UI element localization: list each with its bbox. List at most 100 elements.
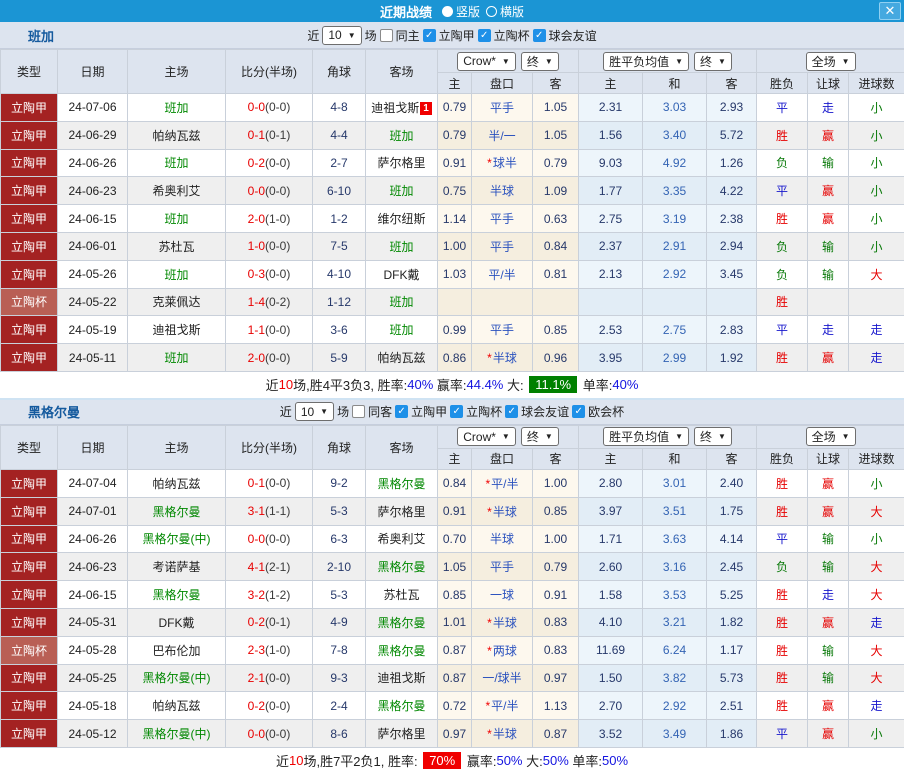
halftime-score: (0-0) <box>265 727 290 741</box>
scope-select[interactable]: 全场▼ <box>806 427 856 446</box>
league-checkbox[interactable] <box>533 29 546 42</box>
date-cell: 24-07-01 <box>58 497 128 525</box>
home-odds-cell: 0.99 <box>438 316 472 344</box>
league-checkbox[interactable] <box>450 405 463 418</box>
fulltime-score: 0-0 <box>248 100 265 114</box>
summary-segment: 赢率: <box>463 751 496 770</box>
match-row: 立陶杯24-05-28巴布伦加2-3(1-0)7-8黑格尔曼0.87*两球0.8… <box>1 636 904 664</box>
avg-home-cell: 1.71 <box>579 525 643 553</box>
match-row: 立陶甲24-05-18帕纳瓦兹0-2(0-0)2-4黑格尔曼0.72*平/半1.… <box>1 692 904 720</box>
home-team-cell: 考诺萨基 <box>128 553 226 581</box>
corners-cell: 4-9 <box>313 608 366 636</box>
match-type-cell: 立陶甲 <box>1 316 58 344</box>
final-select-2[interactable]: 终▼ <box>694 52 732 71</box>
sub-column-header: 客 <box>707 448 757 469</box>
away-odds-cell: 0.83 <box>533 636 579 664</box>
match-type-cell: 立陶甲 <box>1 525 58 553</box>
same-venue-checkbox[interactable] <box>380 29 393 42</box>
handicap-cell: 平/半 <box>472 260 533 288</box>
avg-home-cell: 2.53 <box>579 316 643 344</box>
avg-away-cell: 1.82 <box>707 608 757 636</box>
goals-cell: 大 <box>849 581 904 609</box>
fulltime-score: 1-1 <box>248 323 265 337</box>
avg-draw-cell: 3.35 <box>643 177 707 205</box>
chevron-down-icon: ▼ <box>545 432 553 441</box>
avg-home-cell: 2.75 <box>579 205 643 233</box>
sub-column-header: 胜负 <box>757 73 808 94</box>
handicap-result-cell: 赢 <box>808 469 849 497</box>
league-label: 球会友谊 <box>549 27 597 44</box>
halftime-score: (0-0) <box>265 476 290 490</box>
score-cell: 0-0(0-0) <box>226 177 313 205</box>
final-select[interactable]: 终▼ <box>521 52 559 71</box>
handicap-result-cell: 赢 <box>808 720 849 748</box>
team-sections: 班加近10▼场同主立陶甲立陶杯球会友谊类型日期主场比分(半场)角球客场Crow*… <box>0 22 904 774</box>
away-odds-cell: 0.85 <box>533 316 579 344</box>
avg-home-cell: 2.31 <box>579 94 643 122</box>
chevron-down-icon: ▼ <box>348 31 356 40</box>
away-team-name: 萨尔格里 <box>377 156 425 170</box>
avg-home-cell: 1.58 <box>579 581 643 609</box>
away-team-name: 维尔纽斯 <box>377 212 425 226</box>
league-checkbox[interactable] <box>423 29 436 42</box>
summary-line: 近10场,胜4平3负3, 胜率:40% 赢率:44.4% 大: 11.1% 单率… <box>0 372 904 398</box>
fulltime-score: 2-0 <box>248 351 265 365</box>
final-select-2[interactable]: 终▼ <box>694 427 732 446</box>
goals-cell: 小 <box>849 232 904 260</box>
league-checkbox[interactable] <box>572 405 585 418</box>
date-cell: 24-06-26 <box>58 525 128 553</box>
select-value: 全场 <box>812 53 836 70</box>
layout-radio-vertical[interactable] <box>442 6 453 17</box>
final-select[interactable]: 终▼ <box>521 427 559 446</box>
halftime-score: (1-0) <box>265 643 290 657</box>
result-cell: 负 <box>757 553 808 581</box>
avg-select[interactable]: 胜平负均值▼ <box>603 52 689 71</box>
away-team-name: 萨尔格里 <box>377 727 425 741</box>
company-select[interactable]: Crow*▼ <box>457 52 516 71</box>
home-team-cell: 巴布伦加 <box>128 636 226 664</box>
home-odds-cell: 0.97 <box>438 720 472 748</box>
away-odds-cell: 0.87 <box>533 720 579 748</box>
league-checkbox[interactable] <box>395 405 408 418</box>
match-count-select[interactable]: 10▼ <box>322 26 361 45</box>
handicap-result-cell: 走 <box>808 581 849 609</box>
summary-segment: 50% <box>543 753 569 768</box>
away-team-cell: 班加 <box>366 288 438 316</box>
league-checkbox[interactable] <box>505 405 518 418</box>
summary-segment: 大: <box>503 375 527 394</box>
away-team-cell: 班加 <box>366 121 438 149</box>
corners-cell: 7-8 <box>313 636 366 664</box>
match-row: 立陶甲24-06-26班加0-2(0-0)2-7萨尔格里0.91*球半0.799… <box>1 149 904 177</box>
away-team-cell: 苏杜瓦 <box>366 581 438 609</box>
avg-home-cell: 3.52 <box>579 720 643 748</box>
league-checkbox[interactable] <box>478 29 491 42</box>
home-odds-cell: 0.79 <box>438 121 472 149</box>
goals-cell: 小 <box>849 720 904 748</box>
avg-away-cell: 1.17 <box>707 636 757 664</box>
avg-select[interactable]: 胜平负均值▼ <box>603 427 689 446</box>
home-odds-cell: 0.75 <box>438 177 472 205</box>
away-odds-cell: 1.05 <box>533 121 579 149</box>
halftime-score: (0-0) <box>265 532 290 546</box>
goals-cell: 走 <box>849 608 904 636</box>
layout-radio-horizontal[interactable] <box>486 6 497 17</box>
scope-select[interactable]: 全场 ▼ <box>806 52 856 71</box>
titlebar: 近期战绩 竖版横版 ✕ <box>0 0 904 22</box>
fulltime-score: 0-0 <box>248 727 265 741</box>
close-button[interactable]: ✕ <box>879 2 901 20</box>
away-odds-cell: 1.00 <box>533 469 579 497</box>
summary-segment: 赢率: <box>433 375 466 394</box>
same-venue-checkbox[interactable] <box>352 405 365 418</box>
goals-cell: 小 <box>849 525 904 553</box>
results-table: 类型日期主场比分(半场)角球客场Crow*▼终▼胜平负均值▼终▼全场▼主盘口客主… <box>0 49 904 372</box>
match-row: 立陶甲24-07-06班加0-0(0-0)4-8迪祖戈斯10.79平手1.052… <box>1 94 904 122</box>
avg-draw-cell: 2.91 <box>643 232 707 260</box>
results-table: 类型日期主场比分(半场)角球客场Crow*▼终▼胜平负均值▼终▼全场▼主盘口客主… <box>0 425 904 748</box>
avg-draw-cell: 2.75 <box>643 316 707 344</box>
corners-cell: 1-12 <box>313 288 366 316</box>
company-select[interactable]: Crow*▼ <box>457 427 516 446</box>
corners-cell: 2-7 <box>313 149 366 177</box>
match-count-select[interactable]: 10▼ <box>295 402 334 421</box>
handicap-cell: 半球 <box>472 525 533 553</box>
chevron-down-icon: ▼ <box>842 57 850 66</box>
